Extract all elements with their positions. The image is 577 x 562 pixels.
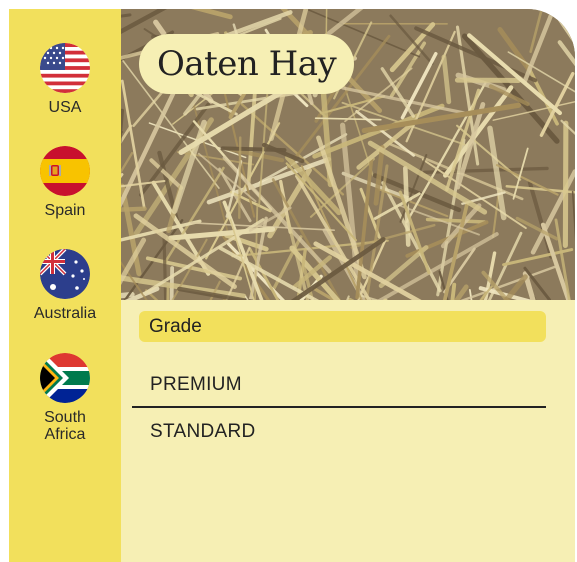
product-title: Oaten Hay	[139, 34, 355, 94]
grade-option-premium[interactable]: PREMIUM	[150, 374, 242, 396]
grade-option-standard[interactable]: STANDARD	[150, 421, 256, 443]
country-usa[interactable]: USA	[9, 43, 121, 116]
country-label: USA	[48, 99, 82, 116]
grade-divider	[132, 406, 546, 408]
spain-flag-icon	[40, 146, 90, 196]
us-flag-icon	[40, 43, 90, 93]
country-label: Spain	[44, 202, 86, 219]
country-label: South Africa	[9, 409, 121, 443]
country-spain[interactable]: Spain	[9, 146, 121, 219]
country-label-line1: South	[44, 409, 86, 426]
grade-label: Grade	[139, 311, 546, 342]
country-label-line2: Africa	[44, 426, 86, 443]
australia-flag-icon	[40, 249, 90, 299]
hay-straw	[238, 136, 242, 219]
country-australia[interactable]: Australia	[9, 249, 121, 322]
country-label: Australia	[33, 305, 97, 322]
south-africa-flag-icon	[40, 353, 90, 403]
country-south-africa[interactable]: South Africa	[9, 353, 121, 443]
country-sidebar: USA Spain Australia South Africa	[9, 9, 121, 562]
